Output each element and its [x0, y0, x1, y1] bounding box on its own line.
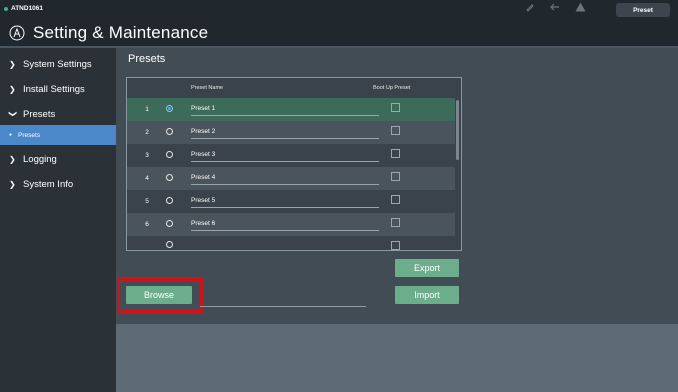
scrollbar-thumb[interactable] — [456, 100, 459, 160]
field-underline — [191, 115, 379, 116]
boot-up-checkbox[interactable] — [391, 195, 400, 204]
table-scrollbar[interactable] — [455, 98, 461, 250]
boot-up-checkbox[interactable] — [391, 103, 400, 112]
field-underline — [191, 161, 379, 162]
boot-up-checkbox[interactable] — [391, 172, 400, 181]
preset-name-field[interactable]: Preset 5 — [191, 197, 215, 204]
sidebar-item-label: System Info — [23, 178, 74, 190]
preset-radio[interactable] — [166, 151, 173, 158]
preset-radio[interactable] — [166, 128, 173, 135]
table-row[interactable]: 6 Preset 6 — [127, 213, 455, 236]
bullet-icon: ● — [9, 132, 13, 138]
boot-up-checkbox[interactable] — [391, 241, 400, 250]
field-underline — [191, 230, 379, 231]
sidebar-subitem-label: Presets — [18, 131, 41, 139]
warning-icon[interactable] — [575, 2, 586, 12]
import-button[interactable]: Import — [395, 286, 459, 304]
bottom-area — [116, 324, 678, 392]
sidebar: ❯ System Settings ❯ Install Settings ❯ P… — [0, 48, 116, 392]
row-number: 6 — [145, 221, 149, 228]
status-dot-icon — [4, 6, 8, 11]
boot-up-checkbox[interactable] — [391, 149, 400, 158]
table-row[interactable]: 2 Preset 2 — [127, 121, 455, 144]
boot-up-checkbox[interactable] — [391, 218, 400, 227]
chevron-right-icon: ❯ — [9, 84, 16, 94]
preset-radio[interactable] — [166, 105, 173, 112]
sidebar-item-install-settings[interactable]: ❯ Install Settings — [0, 77, 116, 101]
preset-radio[interactable] — [166, 241, 173, 248]
preset-name-field[interactable]: Preset 1 — [191, 105, 215, 112]
top-icons — [525, 2, 586, 12]
top-bar: ATND1061 Preset — [0, 0, 678, 20]
boot-up-checkbox[interactable] — [391, 126, 400, 135]
audio-technica-logo-icon — [9, 25, 25, 41]
row-number: 3 — [145, 152, 149, 159]
browse-button[interactable]: Browse — [126, 286, 192, 304]
presets-table: Preset Name Boot Up Preset 1 Preset 1 2 … — [126, 77, 462, 251]
preset-name-field[interactable]: Preset 4 — [191, 174, 215, 181]
field-underline — [191, 207, 379, 208]
sidebar-item-presets[interactable]: ❯ Presets — [0, 102, 116, 126]
presets-panel: Presets Preset Name Boot Up Preset 1 Pre… — [116, 48, 678, 324]
table-row-partial[interactable] — [127, 236, 455, 250]
device-name: ATND1061 — [11, 5, 44, 12]
field-underline — [191, 184, 379, 185]
pencil-icon[interactable] — [525, 2, 535, 12]
row-number: 5 — [145, 198, 149, 205]
chevron-right-icon: ❯ — [9, 59, 16, 69]
column-header-preset-name: Preset Name — [191, 85, 224, 91]
panel-title: Presets — [128, 53, 166, 65]
table-row[interactable]: 5 Preset 5 — [127, 190, 455, 213]
column-header-boot-up-preset: Boot Up Preset — [373, 85, 411, 91]
file-path-field[interactable] — [200, 306, 366, 307]
chevron-right-icon: ❯ — [9, 154, 16, 164]
sidebar-item-system-settings[interactable]: ❯ System Settings — [0, 52, 116, 76]
preset-radio[interactable] — [166, 174, 173, 181]
sidebar-item-label: System Settings — [23, 58, 92, 70]
table-row[interactable]: 4 Preset 4 — [127, 167, 455, 190]
table-row[interactable]: 1 Preset 1 — [127, 98, 455, 121]
row-number: 2 — [145, 129, 149, 136]
preset-radio[interactable] — [166, 197, 173, 204]
row-number: 4 — [145, 175, 149, 182]
sidebar-item-logging[interactable]: ❯ Logging — [0, 147, 116, 171]
table-header: Preset Name Boot Up Preset — [127, 78, 461, 98]
preset-name-field[interactable]: Preset 3 — [191, 151, 215, 158]
app-header: Setting & Maintenance — [0, 20, 678, 46]
main-area: Presets Preset Name Boot Up Preset 1 Pre… — [116, 48, 678, 392]
table-row[interactable]: 3 Preset 3 — [127, 144, 455, 167]
page-title: Setting & Maintenance — [33, 23, 209, 42]
preset-name-field[interactable]: Preset 2 — [191, 128, 215, 135]
preset-button[interactable]: Preset — [616, 3, 670, 17]
row-number: 1 — [145, 106, 149, 113]
sidebar-item-label: Logging — [23, 153, 57, 165]
sidebar-item-label: Presets — [23, 108, 56, 120]
sidebar-subitem-presets[interactable]: ● Presets — [0, 125, 116, 145]
sidebar-item-label: Install Settings — [23, 83, 85, 95]
device-indicator: ATND1061 — [4, 5, 43, 12]
sidebar-item-system-info[interactable]: ❯ System Info — [0, 172, 116, 196]
back-icon[interactable] — [549, 2, 561, 12]
export-button[interactable]: Export — [395, 259, 459, 277]
chevron-down-icon: ❯ — [8, 110, 18, 117]
field-underline — [191, 138, 379, 139]
chevron-right-icon: ❯ — [9, 179, 16, 189]
preset-name-field[interactable]: Preset 6 — [191, 220, 215, 227]
preset-radio[interactable] — [166, 220, 173, 227]
